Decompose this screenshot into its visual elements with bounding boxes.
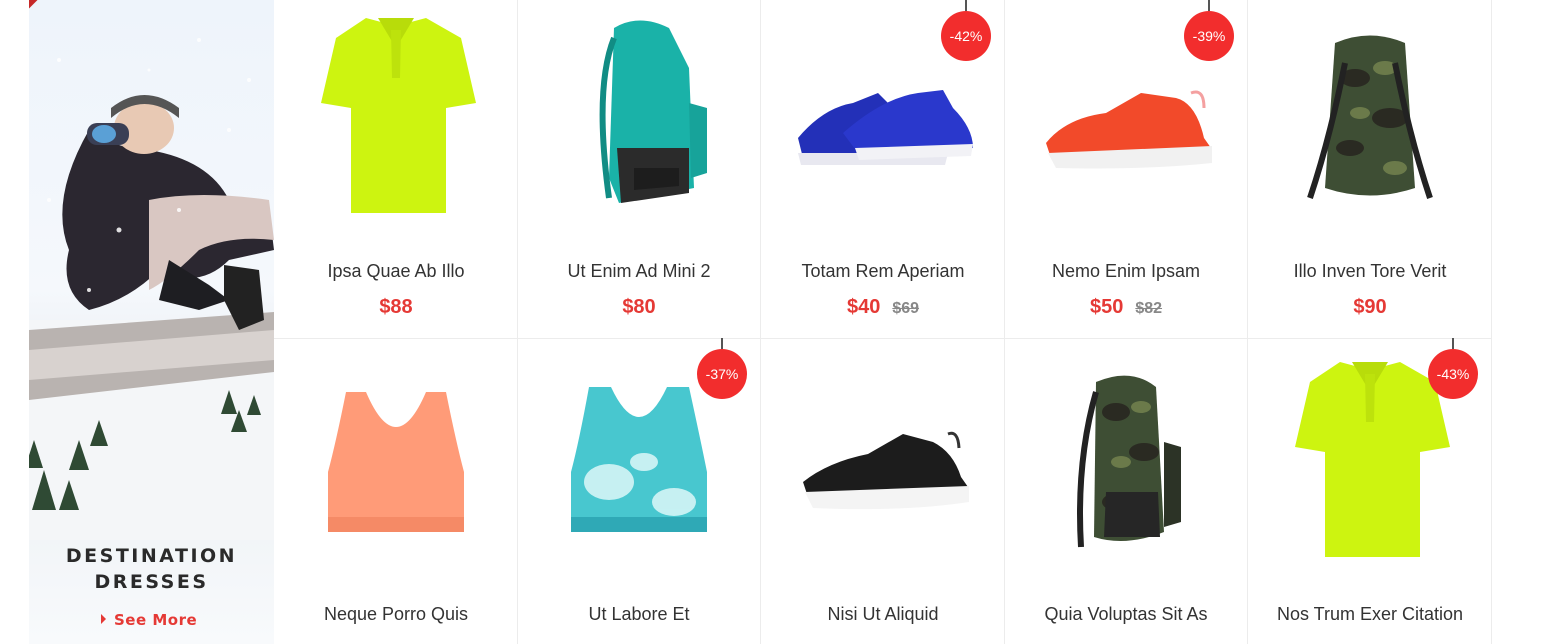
product-name[interactable]: Ut Labore Et bbox=[517, 604, 761, 625]
product-card[interactable]: Ipsa Quae Ab Illo $88 bbox=[274, 0, 518, 339]
current-price: $90 bbox=[1353, 296, 1387, 318]
product-price: $90 bbox=[1248, 296, 1492, 319]
product-card[interactable]: -43% Nos Trum Exer Citation bbox=[1248, 338, 1492, 644]
see-more-label: See More bbox=[114, 611, 198, 629]
product-card[interactable]: -37% Ut Labore Et bbox=[517, 338, 761, 644]
banner-title-line2: DRESSES bbox=[94, 571, 209, 593]
product-name[interactable]: Nemo Enim Ipsam bbox=[1004, 261, 1248, 282]
discount-badge: -42% bbox=[941, 0, 991, 61]
see-more-link[interactable]: See More bbox=[101, 611, 197, 629]
product-name[interactable]: Nisi Ut Aliquid bbox=[761, 604, 1005, 625]
product-card[interactable]: Nisi Ut Aliquid bbox=[761, 338, 1005, 644]
banner-title: DESTINATION DRESSES bbox=[29, 543, 274, 595]
discount-badge: -43% bbox=[1428, 338, 1478, 399]
current-price: $40 bbox=[846, 296, 881, 318]
product-image-camo-backpack-side[interactable] bbox=[1026, 352, 1226, 562]
product-card[interactable]: -42% Totam Rem Aperiam $40 $69 bbox=[761, 0, 1005, 339]
product-image-teal-backpack[interactable] bbox=[539, 8, 739, 218]
product-name[interactable]: Ipsa Quae Ab Illo bbox=[274, 261, 518, 282]
product-name[interactable]: Neque Porro Quis bbox=[274, 604, 518, 625]
current-price: $80 bbox=[622, 296, 656, 318]
current-price: $88 bbox=[379, 296, 413, 318]
product-showcase: DESTINATION DRESSES See More Ipsa Quae A… bbox=[0, 0, 1546, 644]
product-price: $50 $82 bbox=[1004, 296, 1248, 319]
banner-title-line1: DESTINATION bbox=[65, 545, 238, 567]
promo-banner[interactable]: DESTINATION DRESSES See More bbox=[29, 0, 274, 644]
product-name[interactable]: Illo Inven Tore Verit bbox=[1248, 261, 1492, 282]
product-card[interactable]: Illo Inven Tore Verit $90 bbox=[1248, 0, 1492, 339]
product-price: $88 bbox=[274, 296, 518, 319]
product-price: $40 $69 bbox=[761, 296, 1005, 319]
current-price: $50 bbox=[1089, 296, 1124, 318]
product-card[interactable]: -39% Nemo Enim Ipsam $50 $82 bbox=[1004, 0, 1248, 339]
product-image-lime-polo[interactable] bbox=[296, 8, 496, 218]
snowboarder-image bbox=[29, 38, 274, 540]
product-image-camo-backpack[interactable] bbox=[1270, 8, 1470, 218]
product-image-black-sneaker[interactable] bbox=[783, 352, 983, 562]
old-price: $69 bbox=[892, 300, 920, 317]
caret-right-icon bbox=[101, 614, 106, 624]
old-price: $82 bbox=[1135, 300, 1163, 317]
discount-badge: -37% bbox=[697, 338, 747, 399]
product-card[interactable]: Neque Porro Quis bbox=[274, 338, 518, 644]
product-name[interactable]: Ut Enim Ad Mini 2 bbox=[517, 261, 761, 282]
discount-badge: -39% bbox=[1184, 0, 1234, 61]
product-card[interactable]: Quia Voluptas Sit As bbox=[1004, 338, 1248, 644]
product-image-peach-sports-bra[interactable] bbox=[296, 352, 496, 562]
product-card[interactable]: Ut Enim Ad Mini 2 $80 bbox=[517, 0, 761, 339]
product-name[interactable]: Quia Voluptas Sit As bbox=[1004, 604, 1248, 625]
product-price: $80 bbox=[517, 296, 761, 319]
product-grid: Ipsa Quae Ab Illo $88 Ut Enim Ad Mini 2 … bbox=[274, 0, 1492, 644]
product-name[interactable]: Totam Rem Aperiam bbox=[761, 261, 1005, 282]
product-name[interactable]: Nos Trum Exer Citation bbox=[1248, 604, 1492, 625]
